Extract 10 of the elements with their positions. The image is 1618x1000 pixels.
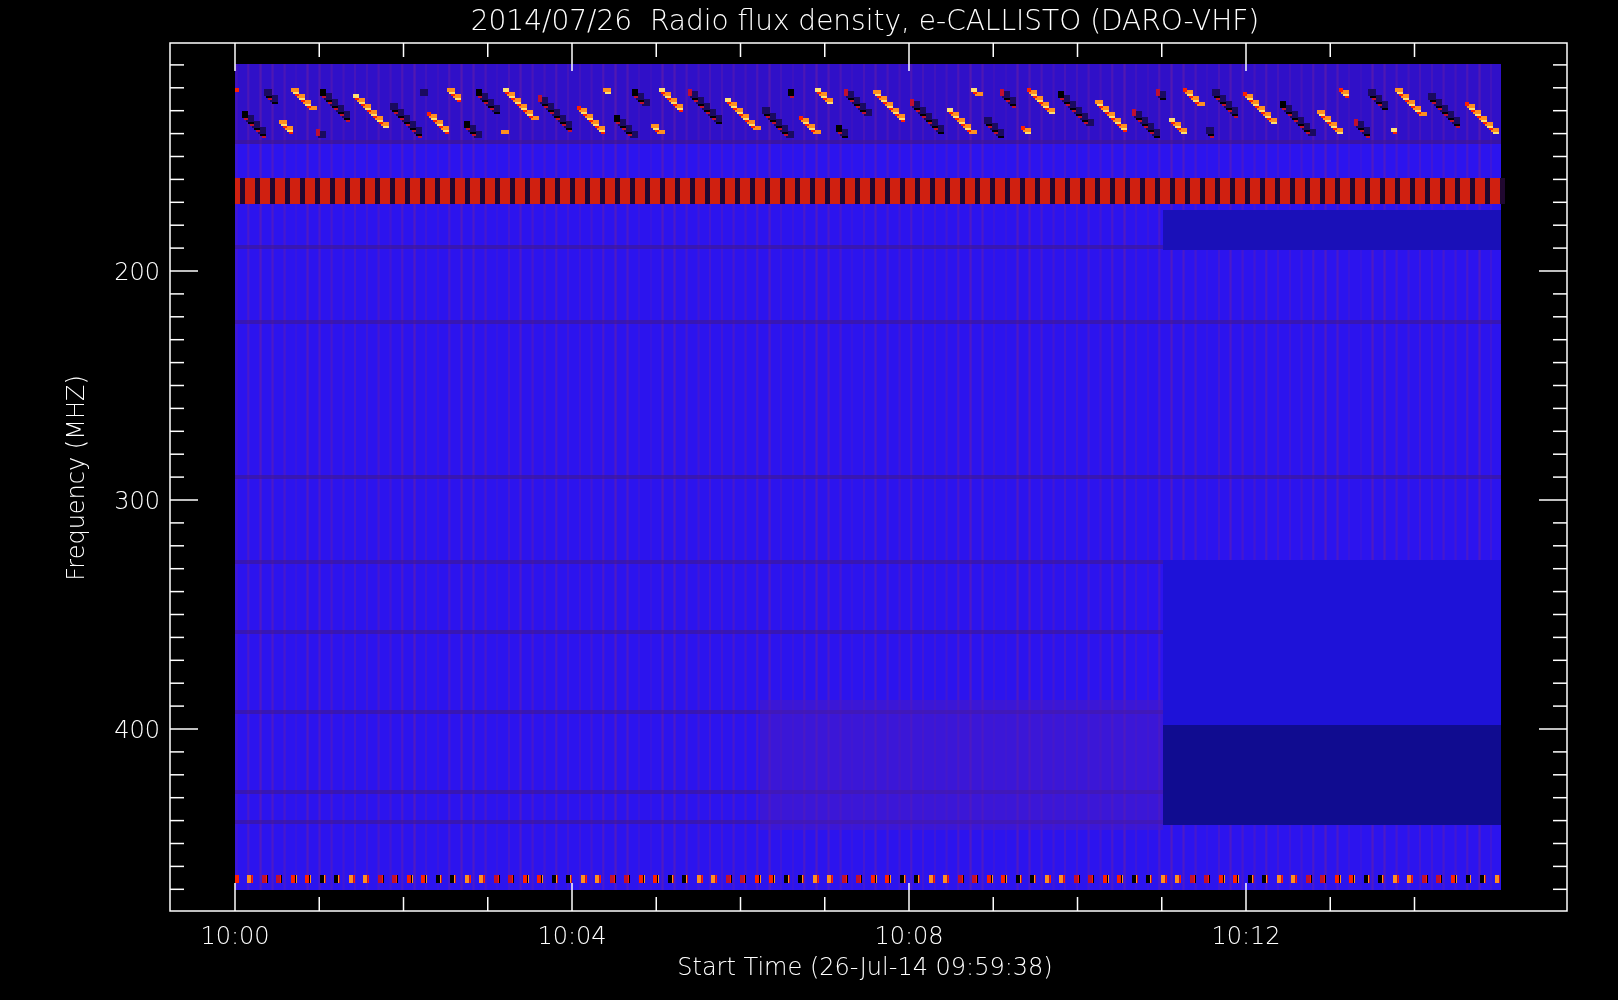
y-tick-label: 300	[114, 487, 160, 515]
x-tick-label: 10:00	[200, 922, 270, 950]
y-axis-label: Frequency (MHZ)	[62, 375, 90, 581]
y-tick-label: 200	[114, 258, 160, 286]
x-tick-label: 10:04	[537, 922, 607, 950]
x-tick-label: 10:08	[874, 922, 944, 950]
x-axis-label: Start Time (26-Jul-14 09:59:38)	[677, 953, 1053, 981]
chart-title: 2014/07/26 Radio flux density, e-CALLISTO (DARO-VHF)	[470, 4, 1260, 37]
x-tick-label: 10:12	[1211, 922, 1281, 950]
y-tick-label: 400	[114, 716, 160, 744]
